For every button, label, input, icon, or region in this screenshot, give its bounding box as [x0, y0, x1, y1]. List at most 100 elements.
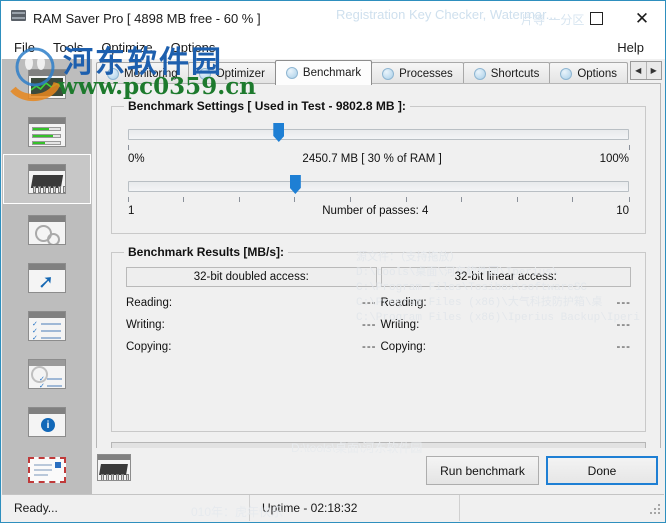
memory-slider-labels: 0% 2450.7 MB [ 30 % of RAM ] 100% — [128, 153, 629, 165]
result-value: --- — [362, 341, 377, 353]
passes-slider-max-label: 10 — [616, 205, 629, 217]
result-row-reading: Reading: --- — [381, 297, 632, 309]
menu-tools[interactable]: Tools — [44, 38, 92, 57]
sidebar-item-processes[interactable] — [22, 211, 72, 249]
result-row-writing: Writing: --- — [126, 319, 377, 331]
result-row-reading: Reading: --- — [126, 297, 377, 309]
window-controls: ✕ — [573, 1, 665, 35]
status-bar: Ready... Uptime - 02:18:32 — [2, 494, 664, 521]
progress-bars-icon — [28, 117, 66, 147]
result-row-copying: Copying: --- — [381, 341, 632, 353]
tab-bullet-icon — [560, 68, 573, 80]
tab-label: Processes — [399, 68, 453, 80]
result-label: Writing: — [126, 319, 165, 331]
results-column-header: 32-bit doubled access: — [126, 267, 377, 287]
tab-bullet-icon — [198, 68, 211, 80]
settings-group-title: Benchmark Settings [ Used in Test - 9802… — [124, 99, 410, 113]
menu-options[interactable]: Options — [162, 38, 225, 57]
sidebar-item-about[interactable]: i — [22, 403, 72, 441]
title-bar: RAM Saver Pro [ 4898 MB free - 60 % ] ✕ — [1, 1, 665, 35]
result-label: Copying: — [380, 341, 426, 353]
benchmark-settings-group: Benchmark Settings [ Used in Test - 9802… — [111, 99, 646, 234]
passes-slider[interactable] — [128, 175, 629, 194]
result-row-writing: Writing: --- — [381, 319, 632, 331]
sidebar-item-optimizer[interactable] — [22, 113, 72, 151]
tab-bar: Monitoring Optimizer Benchmark Processes… — [92, 59, 664, 85]
benchmark-page: Benchmark Settings [ Used in Test - 9802… — [96, 83, 661, 480]
memory-slider-ticks — [127, 145, 630, 151]
tab-label: Monitoring — [124, 68, 178, 80]
tab-optimizer[interactable]: Optimizer — [187, 62, 276, 85]
tab-bullet-icon — [473, 68, 486, 80]
sidebar-item-settings[interactable]: ✓ ✓ — [22, 355, 72, 393]
menu-file[interactable]: File — [5, 38, 44, 57]
results-column-linear: 32-bit linear access: Reading: --- Writi… — [380, 267, 632, 353]
app-chip-icon — [11, 10, 27, 26]
status-bar-uptime: Uptime - 02:18:32 — [250, 495, 460, 521]
result-value: --- — [362, 297, 377, 309]
sidebar-item-tasks[interactable]: ✓ ✓ ✓ — [22, 307, 72, 345]
menu-optimize[interactable]: Optimize — [92, 38, 161, 57]
result-value: --- — [616, 341, 631, 353]
checklist-icon: ✓ ✓ ✓ — [28, 311, 66, 341]
run-benchmark-button[interactable]: Run benchmark — [426, 456, 539, 485]
envelope-icon — [28, 457, 66, 483]
result-label: Writing: — [380, 319, 420, 331]
sidebar-item-monitoring[interactable] — [22, 65, 72, 103]
tab-bullet-icon — [107, 68, 119, 80]
app-window: RAM Saver Pro [ 4898 MB free - 60 % ] ✕ … — [0, 0, 666, 523]
shortcut-arrow-icon: ➚ — [28, 263, 66, 293]
close-button[interactable]: ✕ — [619, 1, 665, 35]
tab-shortcuts[interactable]: Shortcuts — [462, 62, 551, 85]
bottom-memory-chip-icon — [97, 454, 131, 481]
tab-bullet-icon — [382, 68, 395, 80]
tab-processes[interactable]: Processes — [371, 62, 464, 85]
info-icon: i — [28, 407, 66, 437]
memory-chip-icon — [28, 164, 66, 194]
tab-benchmark[interactable]: Benchmark — [274, 60, 373, 85]
memory-slider-value-label: 2450.7 MB [ 30 % of RAM ] — [302, 153, 442, 165]
slider-track — [128, 181, 629, 192]
result-row-copying: Copying: --- — [126, 341, 377, 353]
benchmark-results-group: Benchmark Results [MB/s]: 32-bit doubled… — [111, 245, 646, 432]
graph-monitor-icon — [28, 69, 66, 99]
sidebar-item-benchmark[interactable] — [3, 154, 91, 204]
result-value: --- — [616, 319, 631, 331]
result-value: --- — [362, 319, 377, 331]
close-icon: ✕ — [634, 8, 650, 28]
dialog-bottom-bar: Run benchmark Done — [92, 448, 664, 494]
memory-size-slider[interactable] — [128, 123, 629, 142]
passes-slider-labels: 1 Number of passes: 4 10 — [128, 205, 629, 217]
tab-scroll-controls: ◀ ▶ — [630, 61, 662, 80]
sidebar-item-mail[interactable] — [22, 451, 72, 489]
passes-slider-ticks — [127, 197, 630, 203]
tab-label: Benchmark — [302, 67, 362, 79]
tab-monitoring[interactable]: Monitoring — [96, 62, 189, 85]
result-value: --- — [616, 297, 631, 309]
menu-bar: File Tools Optimize Options Help — [1, 35, 665, 59]
maximize-button[interactable] — [573, 1, 619, 35]
resize-grip-icon[interactable] — [648, 502, 660, 514]
gear-checklist-icon: ✓ ✓ — [28, 359, 66, 389]
sidebar: ➚ ✓ ✓ ✓ ✓ ✓ — [2, 59, 92, 494]
menu-help[interactable]: Help — [608, 38, 653, 57]
tab-scroll-right-icon[interactable]: ▶ — [647, 62, 662, 79]
tab-scroll-left-icon[interactable]: ◀ — [631, 62, 647, 79]
results-group-title: Benchmark Results [MB/s]: — [124, 245, 289, 259]
tab-options[interactable]: Options — [549, 62, 628, 85]
result-label: Reading: — [126, 297, 173, 309]
results-column-doubled: 32-bit doubled access: Reading: --- Writ… — [126, 267, 377, 353]
done-button[interactable]: Done — [546, 456, 658, 485]
result-label: Reading: — [380, 297, 427, 309]
memory-slider-max-label: 100% — [599, 153, 629, 165]
tab-label: Optimizer — [215, 68, 265, 80]
tab-label: Shortcuts — [490, 68, 540, 80]
slider-track — [128, 129, 629, 140]
status-bar-message: Ready... — [2, 495, 250, 521]
maximize-icon — [589, 11, 603, 25]
passes-slider-value-label: Number of passes: 4 — [322, 205, 429, 217]
gears-icon — [28, 215, 66, 245]
tab-bullet-icon — [285, 67, 298, 79]
sidebar-item-shortcuts[interactable]: ➚ — [22, 259, 72, 297]
window-title: RAM Saver Pro [ 4898 MB free - 60 % ] — [33, 10, 261, 26]
